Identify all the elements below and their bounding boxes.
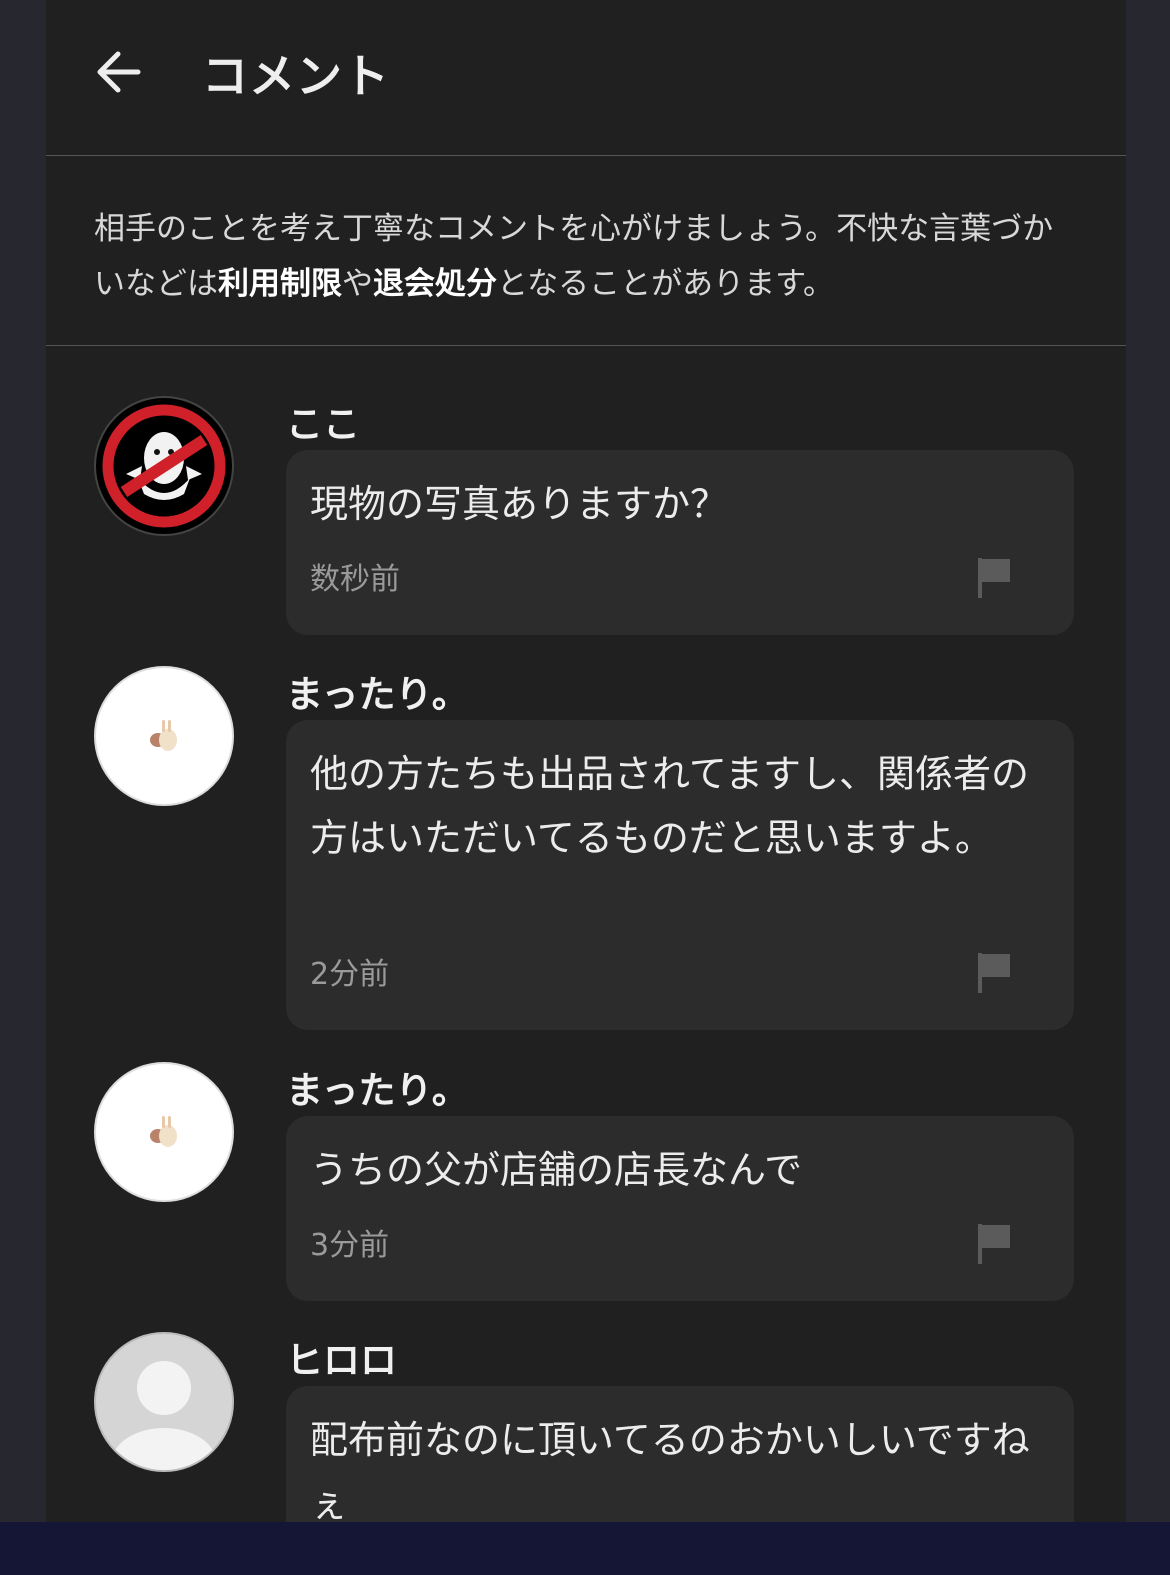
comment-text: 他の方たちも出品されてますし、関係者の方はいただいてるものだと思いますよ。 bbox=[310, 752, 1029, 860]
comment-timestamp: 3分前 bbox=[310, 1228, 390, 1263]
comment-text: うちの父が店舗の店長なんで bbox=[310, 1148, 803, 1192]
header: コメント bbox=[46, 0, 1126, 156]
notice-text: となることがあります。 bbox=[497, 266, 834, 302]
report-flag-icon[interactable] bbox=[976, 1222, 1012, 1264]
arrow-left-icon bbox=[97, 51, 141, 93]
comment-timestamp: 2分前 bbox=[310, 957, 390, 992]
comment-bubble: 現物の写真ありますか？ 数秒前 bbox=[286, 450, 1074, 635]
comment-username[interactable]: まったり。 bbox=[286, 1060, 469, 1114]
comment-panel: コメント 相手のことを考え丁寧なコメントを心がけましょう。不快な言葉づかいなどは… bbox=[46, 0, 1126, 1522]
comment-guideline-notice: 相手のことを考え丁寧なコメントを心がけましょう。不快な言葉づかいなどは利用制限や… bbox=[46, 156, 1126, 346]
back-button[interactable] bbox=[92, 46, 144, 98]
comment-bubble: 配布前なのに頂いてるのおかいしいですねぇ bbox=[286, 1386, 1074, 1522]
ghostbusters-logo-avatar[interactable] bbox=[94, 396, 234, 536]
bunny-sticker-avatar[interactable] bbox=[94, 1062, 234, 1202]
bunny-sticker-avatar[interactable] bbox=[94, 666, 234, 806]
comment-bubble: 他の方たちも出品されてますし、関係者の方はいただいてるものだと思いますよ。 2分… bbox=[286, 720, 1074, 1030]
comment-text: 現物の写真ありますか？ bbox=[310, 482, 729, 526]
default-user-avatar[interactable] bbox=[94, 1332, 234, 1472]
comment-username[interactable]: ヒロロ bbox=[286, 1330, 397, 1384]
comment-username[interactable]: まったり。 bbox=[286, 664, 469, 718]
comment-timestamp: 数秒前 bbox=[310, 562, 400, 597]
comment-username[interactable]: ここ bbox=[286, 394, 360, 448]
report-flag-icon[interactable] bbox=[976, 951, 1012, 993]
notice-bold-withdrawal: 退会処分 bbox=[373, 266, 497, 302]
page-title: コメント bbox=[202, 49, 390, 103]
notice-text: や bbox=[342, 266, 373, 302]
notice-bold-usage-restriction: 利用制限 bbox=[218, 266, 342, 302]
report-flag-icon[interactable] bbox=[976, 556, 1012, 598]
comment-text: 配布前なのに頂いてるのおかいしいですねぇ bbox=[310, 1418, 1030, 1522]
bottom-bar bbox=[0, 1522, 1170, 1575]
comment-bubble: うちの父が店舗の店長なんで 3分前 bbox=[286, 1116, 1074, 1301]
